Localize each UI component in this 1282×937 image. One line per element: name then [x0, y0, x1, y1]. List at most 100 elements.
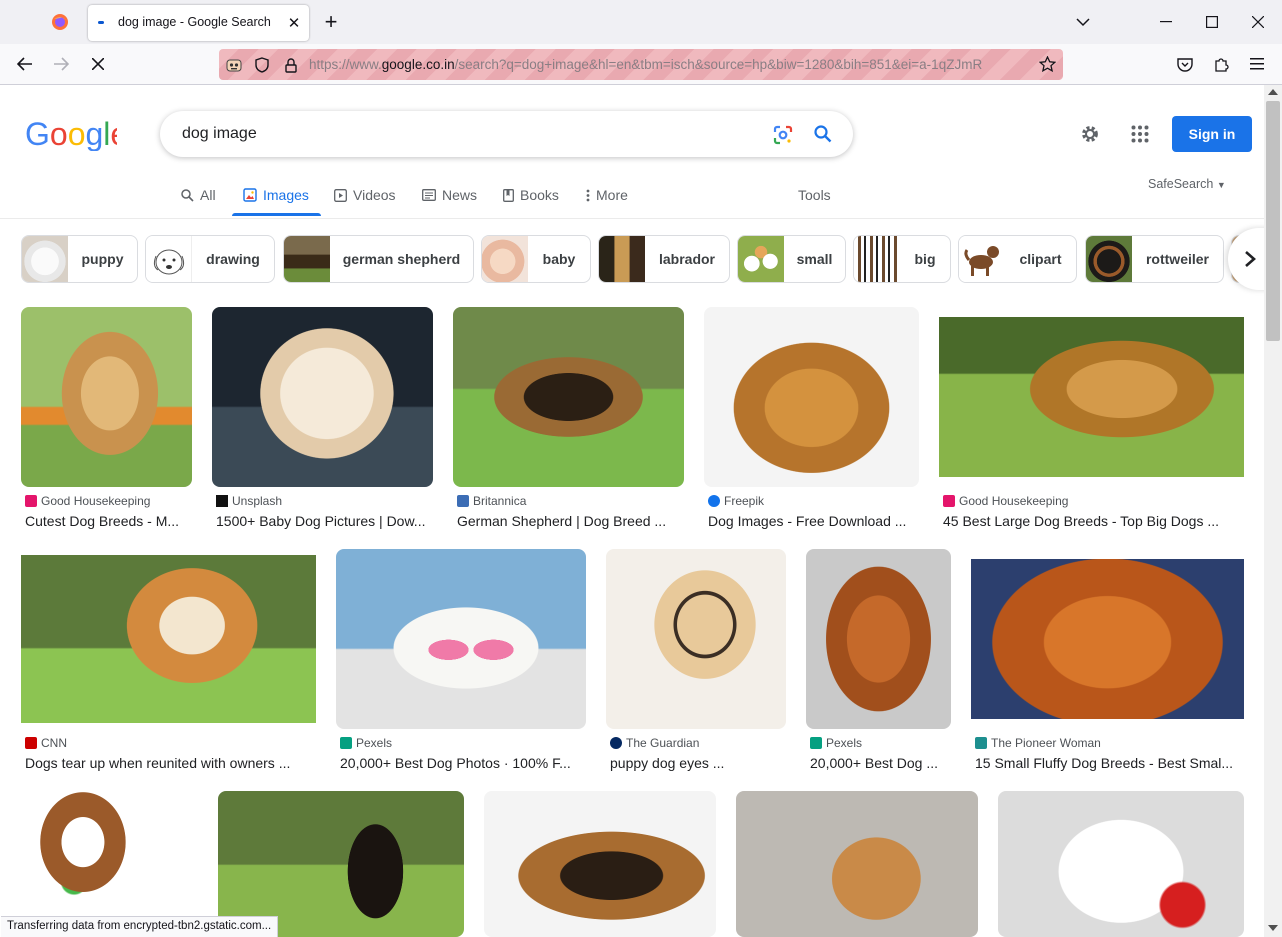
chip-small[interactable]: small: [737, 235, 846, 283]
chip-rottweiler[interactable]: rottweiler: [1085, 235, 1224, 283]
nav-divider: [0, 218, 1264, 219]
result-image[interactable]: [21, 555, 316, 723]
result-source: Pexels: [340, 736, 392, 750]
news-icon: [422, 189, 436, 201]
result-image[interactable]: [484, 791, 716, 937]
chip-german-shepherd[interactable]: german shepherd: [283, 235, 474, 283]
result-card[interactable]: CNN Dogs tear up when reunited with owne…: [21, 549, 317, 771]
search-icon[interactable]: [812, 123, 834, 145]
result-card[interactable]: The Pioneer Woman 15 Small Fluffy Dog Br…: [971, 549, 1245, 771]
chip-puppy[interactable]: puppy: [21, 235, 138, 283]
result-image[interactable]: [453, 307, 684, 487]
result-image[interactable]: [212, 307, 433, 487]
result-image[interactable]: [21, 307, 192, 487]
pocket-icon[interactable]: [1174, 53, 1196, 75]
result-card[interactable]: Unsplash 1500+ Baby Dog Pictures | Dow..…: [212, 307, 434, 529]
chip-label: big: [914, 251, 936, 267]
tab-images[interactable]: Images: [243, 187, 309, 203]
close-tab-icon[interactable]: ✕: [284, 13, 304, 33]
back-arrow-icon[interactable]: [14, 53, 36, 75]
active-tab[interactable]: dog image - Google Search ✕: [88, 5, 309, 41]
chip-label: baby: [542, 251, 576, 267]
url-bar[interactable]: https://www.google.co.in/search?q=dog+im…: [219, 49, 1063, 80]
result-image[interactable]: [736, 791, 978, 937]
tab-all[interactable]: All: [181, 187, 216, 203]
menu-hamburger-icon[interactable]: [1246, 53, 1268, 75]
search-small-icon: [181, 188, 194, 202]
result-card[interactable]: Freepik Dog Images - Free Download ...: [704, 307, 920, 529]
result-image[interactable]: [806, 549, 951, 729]
result-title: German Shepherd | Dog Breed ...: [457, 513, 667, 529]
tab-books[interactable]: Books: [503, 187, 559, 203]
result-title: Dogs tear up when reunited with owners .…: [25, 755, 291, 771]
scroll-down-arrow-icon[interactable]: [1268, 925, 1278, 931]
scrollbar-thumb[interactable]: [1266, 101, 1280, 341]
apps-grid-icon[interactable]: [1128, 122, 1152, 146]
bookmark-star-icon[interactable]: [1037, 54, 1057, 74]
result-image[interactable]: [606, 549, 786, 729]
tab-news[interactable]: News: [422, 187, 477, 203]
firefox-icon[interactable]: [50, 12, 70, 32]
result-source: Britannica: [457, 494, 526, 508]
result-source: Unsplash: [216, 494, 282, 508]
settings-gear-icon[interactable]: [1078, 122, 1102, 146]
lens-camera-icon[interactable]: [772, 124, 794, 146]
chip-drawing[interactable]: drawing: [145, 235, 275, 283]
book-icon: [503, 188, 514, 202]
search-box[interactable]: dog image: [160, 111, 853, 157]
close-window-icon[interactable]: [1247, 12, 1269, 32]
guardian-favicon: [610, 737, 622, 749]
result-image[interactable]: [939, 317, 1244, 477]
google-logo[interactable]: Google: [25, 115, 128, 152]
safesearch-label: SafeSearch: [1148, 177, 1214, 191]
safesearch-button[interactable]: SafeSearch ▼: [1148, 177, 1226, 191]
result-card[interactable]: Good Housekeeping 45 Best Large Dog Bree…: [939, 307, 1245, 529]
list-all-tabs-icon[interactable]: [1072, 12, 1094, 32]
result-card[interactable]: The Guardian puppy dog eyes ...: [606, 549, 787, 771]
result-card[interactable]: [998, 791, 1245, 937]
sign-in-button[interactable]: Sign in: [1172, 116, 1252, 152]
forward-arrow-icon[interactable]: [50, 53, 72, 75]
result-image[interactable]: [704, 307, 919, 487]
extensions-icon[interactable]: [1210, 53, 1232, 75]
video-icon: [334, 188, 347, 202]
result-source: CNN: [25, 736, 67, 750]
chip-clipart[interactable]: clipart: [958, 235, 1077, 283]
search-input[interactable]: dog image: [182, 125, 257, 143]
chip-labrador[interactable]: labrador: [598, 235, 730, 283]
result-card[interactable]: [484, 791, 717, 937]
result-title: 20,000+ Best Dog Photos · 100% F...: [340, 755, 571, 771]
active-tab-underline: [232, 213, 321, 216]
unsplash-favicon: [216, 495, 228, 507]
chip-label: german shepherd: [342, 251, 461, 267]
result-image[interactable]: [971, 559, 1244, 719]
chip-thumbnail: [284, 236, 330, 282]
result-image[interactable]: [998, 791, 1244, 937]
stop-loading-icon[interactable]: [87, 53, 109, 75]
result-card[interactable]: Good Housekeeping Cutest Dog Breeds - M.…: [21, 307, 193, 529]
chip-big[interactable]: big: [853, 235, 951, 283]
tab-videos[interactable]: Videos: [334, 187, 396, 203]
new-tab-button[interactable]: +: [320, 9, 342, 34]
tab-more[interactable]: More: [586, 187, 628, 203]
chip-baby[interactable]: baby: [481, 235, 591, 283]
result-card[interactable]: [736, 791, 979, 937]
britannica-favicon: [457, 495, 469, 507]
result-title: 1500+ Baby Dog Pictures | Dow...: [216, 513, 426, 529]
result-card[interactable]: Pexels 20,000+ Best Dog Photos · 100% F.…: [336, 549, 587, 771]
tools-button[interactable]: Tools: [798, 187, 831, 203]
chip-thumbnail: [599, 236, 645, 282]
result-image[interactable]: [336, 549, 586, 729]
result-title: 15 Small Fluffy Dog Breeds - Best Smal..…: [975, 755, 1234, 771]
maximize-icon[interactable]: [1201, 12, 1223, 32]
lock-icon[interactable]: [281, 55, 301, 75]
result-card[interactable]: Britannica German Shepherd | Dog Breed .…: [453, 307, 685, 529]
scroll-up-arrow-icon[interactable]: [1268, 89, 1278, 95]
dropdown-arrow-icon: ▼: [1216, 180, 1226, 190]
tab-title: dog image - Google Search: [118, 15, 271, 29]
minimize-icon[interactable]: [1155, 12, 1177, 32]
result-card[interactable]: Pexels 20,000+ Best Dog ...: [806, 549, 952, 771]
tracking-shield-icon[interactable]: [252, 55, 272, 75]
tab-more-label: More: [596, 187, 628, 203]
chip-thumbnail: [854, 236, 900, 282]
